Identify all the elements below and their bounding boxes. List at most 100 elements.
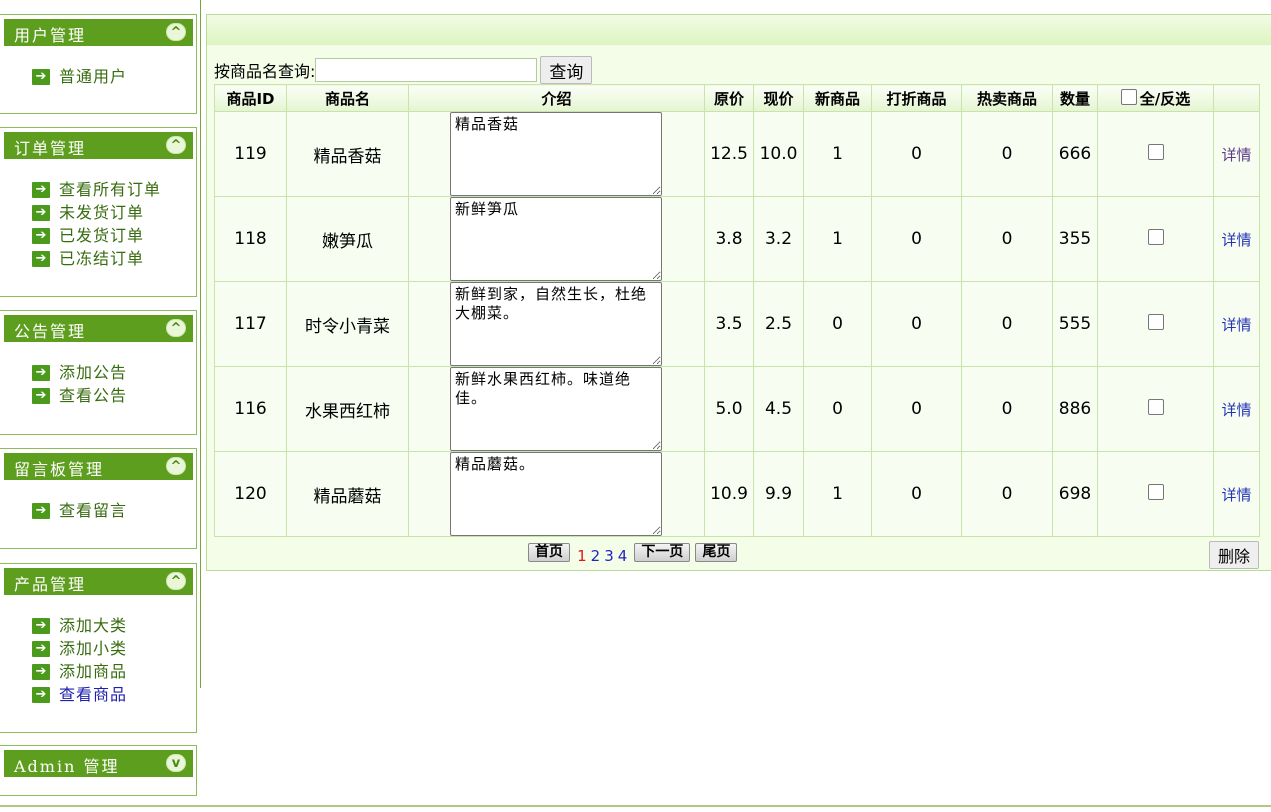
col-header-hot: 热卖商品	[961, 84, 1053, 112]
row-checkbox[interactable]	[1147, 228, 1164, 245]
sidebar-panel: 用户管理 ^ ➔ 普通用户	[0, 14, 197, 114]
collapse-icon[interactable]: ^	[166, 136, 186, 154]
sidebar-item[interactable]: ➔ 添加大类	[32, 614, 127, 637]
cell-discount-flag: 0	[871, 451, 962, 537]
details-link[interactable]: 详情	[1221, 146, 1251, 164]
sidebar-item-label[interactable]: 普通用户	[59, 67, 127, 86]
arrow-right-icon: ➔	[32, 365, 50, 381]
collapse-icon[interactable]: ^	[166, 319, 186, 337]
sidebar-item-label[interactable]: 未发货订单	[59, 203, 144, 222]
cell-new-flag: 1	[803, 111, 872, 197]
sidebar-item-label[interactable]: 已冻结订单	[59, 249, 144, 268]
sidebar-panel: 产品管理 ^ ➔ 添加大类 ➔ 添加小类 ➔ 添加商品 ➔ 查看商品	[0, 563, 197, 733]
sidebar-item[interactable]: ➔ 未发货订单	[32, 201, 161, 224]
sidebar-panel-header[interactable]: 留言板管理 ^	[4, 453, 193, 480]
collapse-icon[interactable]: ^	[166, 457, 186, 475]
first-page-button[interactable]: 首页	[528, 543, 570, 562]
cell-original-price: 5.0	[704, 366, 754, 452]
cell-discount-flag: 0	[871, 366, 962, 452]
cell-quantity: 698	[1052, 451, 1098, 537]
col-header-desc: 介绍	[408, 84, 705, 112]
sidebar-panel-title: 产品管理	[14, 575, 87, 594]
sidebar-item[interactable]: ➔ 已冻结订单	[32, 247, 161, 270]
sidebar-item-label[interactable]: 添加公告	[59, 363, 127, 382]
last-page-button[interactable]: 尾页	[695, 543, 738, 562]
sidebar-panel-title: 用户管理	[14, 26, 87, 45]
row-checkbox[interactable]	[1147, 398, 1164, 415]
delete-button[interactable]: 删除	[1209, 541, 1260, 569]
sidebar-item-label[interactable]: 添加小类	[59, 639, 127, 658]
sidebar-item[interactable]: ➔ 普通用户	[32, 65, 127, 88]
sidebar-item[interactable]: ➔ 添加小类	[32, 637, 127, 660]
collapse-icon[interactable]: ^	[166, 572, 186, 590]
page-number-link[interactable]: 1	[577, 547, 587, 565]
details-link[interactable]: 详情	[1221, 316, 1251, 334]
description-textarea[interactable]: 新鲜水果西红柿。味道绝佳。	[450, 367, 662, 451]
sidebar-item-list: ➔ 普通用户	[32, 65, 127, 88]
row-checkbox[interactable]	[1147, 143, 1164, 160]
select-all-checkbox[interactable]	[1120, 88, 1137, 105]
arrow-right-icon: ➔	[32, 388, 50, 404]
arrow-right-icon: ➔	[32, 228, 50, 244]
cell-description: 新鲜笋瓜	[408, 196, 705, 282]
sidebar-item[interactable]: ➔ 添加商品	[32, 660, 127, 683]
cell-discount-flag: 0	[871, 281, 962, 367]
col-header-new: 新商品	[803, 84, 872, 112]
cell-action: 详情	[1213, 111, 1260, 197]
sidebar-item[interactable]: ➔ 查看公告	[32, 384, 127, 407]
sidebar-panel-title: 留言板管理	[14, 460, 105, 479]
sidebar-panel-header[interactable]: 公告管理 ^	[4, 315, 193, 342]
table-row: 116 水果西红柿 新鲜水果西红柿。味道绝佳。 5.0 4.5 0 0 0 886 详情	[214, 366, 1260, 452]
description-textarea[interactable]: 新鲜到家，自然生长，杜绝大棚菜。	[450, 282, 662, 366]
sidebar-item[interactable]: ➔ 查看所有订单	[32, 178, 161, 201]
cell-description: 精品蘑菇。	[408, 451, 705, 537]
row-checkbox[interactable]	[1147, 313, 1164, 330]
row-checkbox[interactable]	[1147, 483, 1164, 500]
select-all-label: 全/反选	[1139, 89, 1191, 108]
collapse-icon[interactable]: ^	[166, 23, 186, 41]
sidebar-item-label[interactable]: 查看公告	[59, 386, 127, 405]
sidebar-item-label[interactable]: 添加大类	[59, 616, 127, 635]
sidebar: 用户管理 ^ ➔ 普通用户 订单管理 ^ ➔ 查看所有订单 ➔ 未发货订单 ➔ 已发货订单 ➔ 已冻结订单…	[0, 0, 200, 812]
sidebar-panel-header[interactable]: 订单管理 ^	[4, 132, 193, 159]
sidebar-item-label[interactable]: 查看留言	[59, 501, 127, 520]
description-textarea[interactable]: 新鲜笋瓜	[450, 197, 662, 281]
sidebar-panel: 公告管理 ^ ➔ 添加公告 ➔ 查看公告	[0, 310, 197, 435]
sidebar-panel-header[interactable]: 产品管理 ^	[4, 568, 193, 595]
cell-description: 新鲜到家，自然生长，杜绝大棚菜。	[408, 281, 705, 367]
sidebar-item-label[interactable]: 添加商品	[59, 662, 127, 681]
sidebar-item-label[interactable]: 已发货订单	[59, 226, 144, 245]
description-textarea[interactable]: 精品蘑菇。	[450, 452, 662, 536]
cell-quantity: 886	[1052, 366, 1098, 452]
page-number-link[interactable]: 4	[618, 547, 628, 565]
sidebar-item[interactable]: ➔ 添加公告	[32, 361, 127, 384]
page-number-link[interactable]: 2	[591, 547, 601, 565]
col-header-price: 现价	[753, 84, 804, 112]
cell-current-price: 9.9	[753, 451, 804, 537]
sidebar-item-label[interactable]: 查看商品	[59, 685, 127, 704]
search-input[interactable]	[315, 58, 538, 82]
page-number-link[interactable]: 3	[604, 547, 614, 565]
cell-product-id: 116	[214, 366, 287, 452]
sidebar-item-label[interactable]: 查看所有订单	[59, 180, 161, 199]
sidebar-item-list: ➔ 添加大类 ➔ 添加小类 ➔ 添加商品 ➔ 查看商品	[32, 614, 127, 706]
sidebar-panel: 订单管理 ^ ➔ 查看所有订单 ➔ 未发货订单 ➔ 已发货订单 ➔ 已冻结订单	[0, 127, 197, 297]
expand-icon[interactable]: v	[166, 754, 186, 772]
sidebar-panel-header[interactable]: 用户管理 ^	[4, 19, 193, 46]
search-button[interactable]: 查询	[540, 56, 593, 84]
details-link[interactable]: 详情	[1221, 401, 1251, 419]
col-header-select-all: 全/反选	[1097, 84, 1214, 112]
details-link[interactable]: 详情	[1221, 231, 1251, 249]
arrow-right-icon: ➔	[32, 251, 50, 267]
sidebar-item[interactable]: ➔ 查看商品	[32, 683, 127, 706]
description-textarea[interactable]: 精品香菇	[450, 112, 662, 196]
sidebar-panel-header[interactable]: Admin 管理 v	[4, 750, 193, 777]
arrow-right-icon: ➔	[32, 664, 50, 680]
next-page-button[interactable]: 下一页	[634, 543, 691, 562]
details-link[interactable]: 详情	[1221, 486, 1251, 504]
cell-quantity: 355	[1052, 196, 1098, 282]
sidebar-item[interactable]: ➔ 查看留言	[32, 499, 127, 522]
cell-action: 详情	[1213, 281, 1260, 367]
main-header-bar	[207, 15, 1271, 45]
sidebar-item[interactable]: ➔ 已发货订单	[32, 224, 161, 247]
